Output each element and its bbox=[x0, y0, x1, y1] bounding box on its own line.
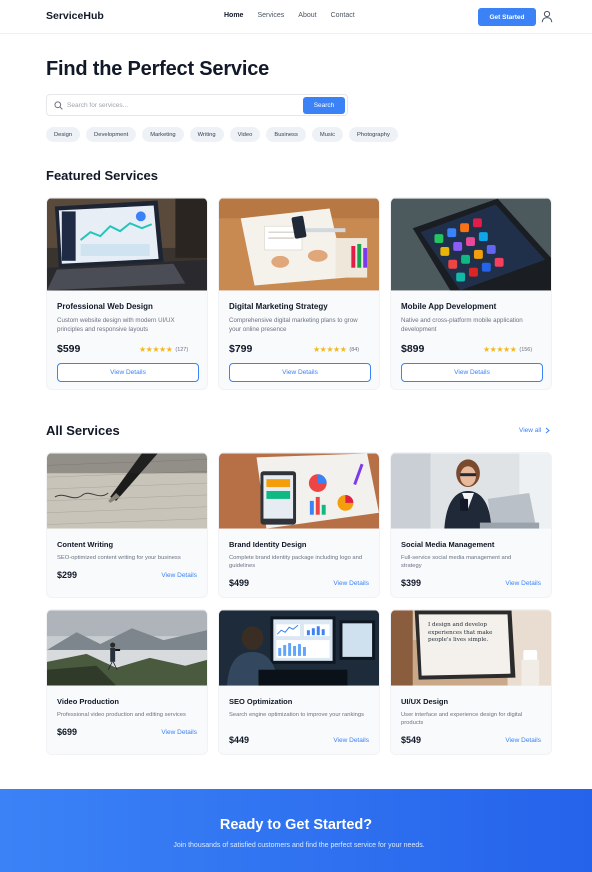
card-description: SEO-optimized content writing for your b… bbox=[57, 555, 181, 561]
featured-card: Digital Marketing Strategy Comprehensive… bbox=[218, 197, 380, 390]
fountain-pen-image bbox=[47, 453, 207, 529]
chip-music[interactable]: Music bbox=[311, 127, 343, 142]
card-title: Content Writing bbox=[57, 540, 114, 549]
chip-marketing[interactable]: Marketing bbox=[142, 127, 184, 142]
review-count: (84) bbox=[349, 346, 360, 353]
star-rating-icon: ★★★★★ bbox=[313, 345, 347, 354]
view-details-button[interactable]: View Details bbox=[57, 363, 199, 382]
site-header: ServiceHub Home Services About Contact G… bbox=[0, 0, 592, 34]
card-description: Custom website design with modern UI/UX … bbox=[57, 317, 175, 333]
category-chips: Design Development Marketing Writing Vid… bbox=[46, 127, 398, 142]
chip-writing[interactable]: Writing bbox=[189, 127, 224, 142]
card-description: Complete brand identity package includin… bbox=[229, 555, 363, 570]
card-description: Professional video production and editin… bbox=[57, 712, 186, 718]
search-input[interactable] bbox=[67, 98, 297, 113]
card-price: $499 bbox=[229, 578, 250, 588]
service-card: Social Media Management Full-service soc… bbox=[390, 452, 552, 598]
analytics-monitor-image bbox=[219, 610, 379, 686]
card-title: Brand Identity Design bbox=[229, 540, 307, 549]
card-price: $699 bbox=[57, 727, 78, 737]
cta-banner: Ready to Get Started? Join thousands of … bbox=[0, 789, 592, 872]
featured-card: Professional Web Design Custom website d… bbox=[46, 197, 208, 390]
cta-subtitle: Join thousands of satisfied customers an… bbox=[173, 842, 425, 849]
smartphone-image bbox=[391, 198, 551, 291]
card-description: Search engine optimization to improve yo… bbox=[229, 712, 365, 718]
chevron-right-icon bbox=[545, 427, 551, 434]
card-title: SEO Optimization bbox=[229, 697, 293, 706]
card-title: Digital Marketing Strategy bbox=[229, 302, 328, 311]
card-description: Full-service social media management and… bbox=[401, 555, 512, 570]
woman-phone-laptop-image bbox=[391, 453, 551, 529]
page-title: Find the Perfect Service bbox=[46, 58, 270, 80]
logo[interactable]: ServiceHub bbox=[46, 10, 104, 22]
laptop-screen-text: I design and develop experiences that ma… bbox=[428, 622, 493, 644]
review-count: (127) bbox=[175, 346, 189, 353]
view-details-link[interactable]: View Details bbox=[161, 729, 197, 736]
card-title: Video Production bbox=[57, 697, 119, 706]
view-all-link[interactable]: View all bbox=[519, 427, 551, 434]
main-nav: Home Services About Contact bbox=[224, 12, 355, 19]
chip-photography[interactable]: Photography bbox=[349, 127, 398, 142]
card-price: $549 bbox=[401, 735, 422, 745]
card-price: $599 bbox=[57, 343, 81, 355]
desk-planning-image bbox=[219, 198, 379, 291]
get-started-button[interactable]: Get Started bbox=[478, 8, 536, 26]
star-rating-icon: ★★★★★ bbox=[483, 345, 517, 354]
service-card: Brand Identity Design Complete brand ide… bbox=[218, 452, 380, 598]
service-card: Video Production Professional video prod… bbox=[46, 609, 208, 755]
star-rating-icon: ★★★★★ bbox=[139, 345, 173, 354]
card-title: Mobile App Development bbox=[401, 302, 497, 311]
service-card: I design and develop experiences that ma… bbox=[390, 609, 552, 755]
view-details-button[interactable]: View Details bbox=[229, 363, 371, 382]
chip-design[interactable]: Design bbox=[46, 127, 81, 142]
card-rating: ★★★★★ (156) bbox=[483, 345, 532, 354]
all-services-heading: All Services bbox=[46, 423, 120, 438]
nav-services[interactable]: Services bbox=[257, 12, 284, 19]
search-button[interactable]: Search bbox=[303, 97, 345, 114]
card-title: Social Media Management bbox=[401, 540, 495, 549]
view-details-link[interactable]: View Details bbox=[505, 580, 541, 587]
mountain-photographer-image bbox=[47, 610, 207, 686]
service-card: Content Writing SEO-optimized content wr… bbox=[46, 452, 208, 598]
view-details-button[interactable]: View Details bbox=[401, 363, 543, 382]
nav-contact[interactable]: Contact bbox=[331, 12, 355, 19]
card-price: $299 bbox=[57, 570, 78, 580]
card-rating: ★★★★★ (84) bbox=[313, 345, 359, 354]
card-description: Native and cross-platform mobile applica… bbox=[401, 317, 523, 333]
card-price: $449 bbox=[229, 735, 250, 745]
card-price: $799 bbox=[229, 343, 253, 355]
laptop-dashboard-image bbox=[47, 198, 207, 291]
view-details-link[interactable]: View Details bbox=[505, 737, 541, 744]
search-bar: Search bbox=[46, 94, 348, 116]
chip-development[interactable]: Development bbox=[86, 127, 137, 142]
brand-charts-image bbox=[219, 453, 379, 529]
service-card: SEO Optimization Search engine optimizat… bbox=[218, 609, 380, 755]
featured-heading: Featured Services bbox=[46, 168, 159, 183]
review-count: (156) bbox=[519, 346, 533, 353]
card-description: User interface and experience design for… bbox=[401, 712, 523, 727]
card-rating: ★★★★★ (127) bbox=[139, 345, 188, 354]
card-price: $399 bbox=[401, 578, 422, 588]
card-price: $899 bbox=[401, 343, 425, 355]
user-icon[interactable] bbox=[541, 10, 553, 23]
chip-video[interactable]: Video bbox=[229, 127, 261, 142]
view-details-link[interactable]: View Details bbox=[333, 737, 369, 744]
chip-business[interactable]: Business bbox=[266, 127, 306, 142]
nav-home[interactable]: Home bbox=[224, 12, 243, 19]
view-details-link[interactable]: View Details bbox=[333, 580, 369, 587]
view-all-label: View all bbox=[519, 427, 542, 434]
featured-card: Mobile App Development Native and cross-… bbox=[390, 197, 552, 390]
nav-about[interactable]: About bbox=[298, 12, 316, 19]
view-details-link[interactable]: View Details bbox=[161, 572, 197, 579]
card-title: UI/UX Design bbox=[401, 697, 449, 706]
cta-title: Ready to Get Started? bbox=[219, 817, 373, 833]
search-icon bbox=[54, 101, 63, 110]
card-description: Comprehensive digital marketing plans to… bbox=[229, 317, 358, 333]
card-title: Professional Web Design bbox=[57, 302, 153, 311]
